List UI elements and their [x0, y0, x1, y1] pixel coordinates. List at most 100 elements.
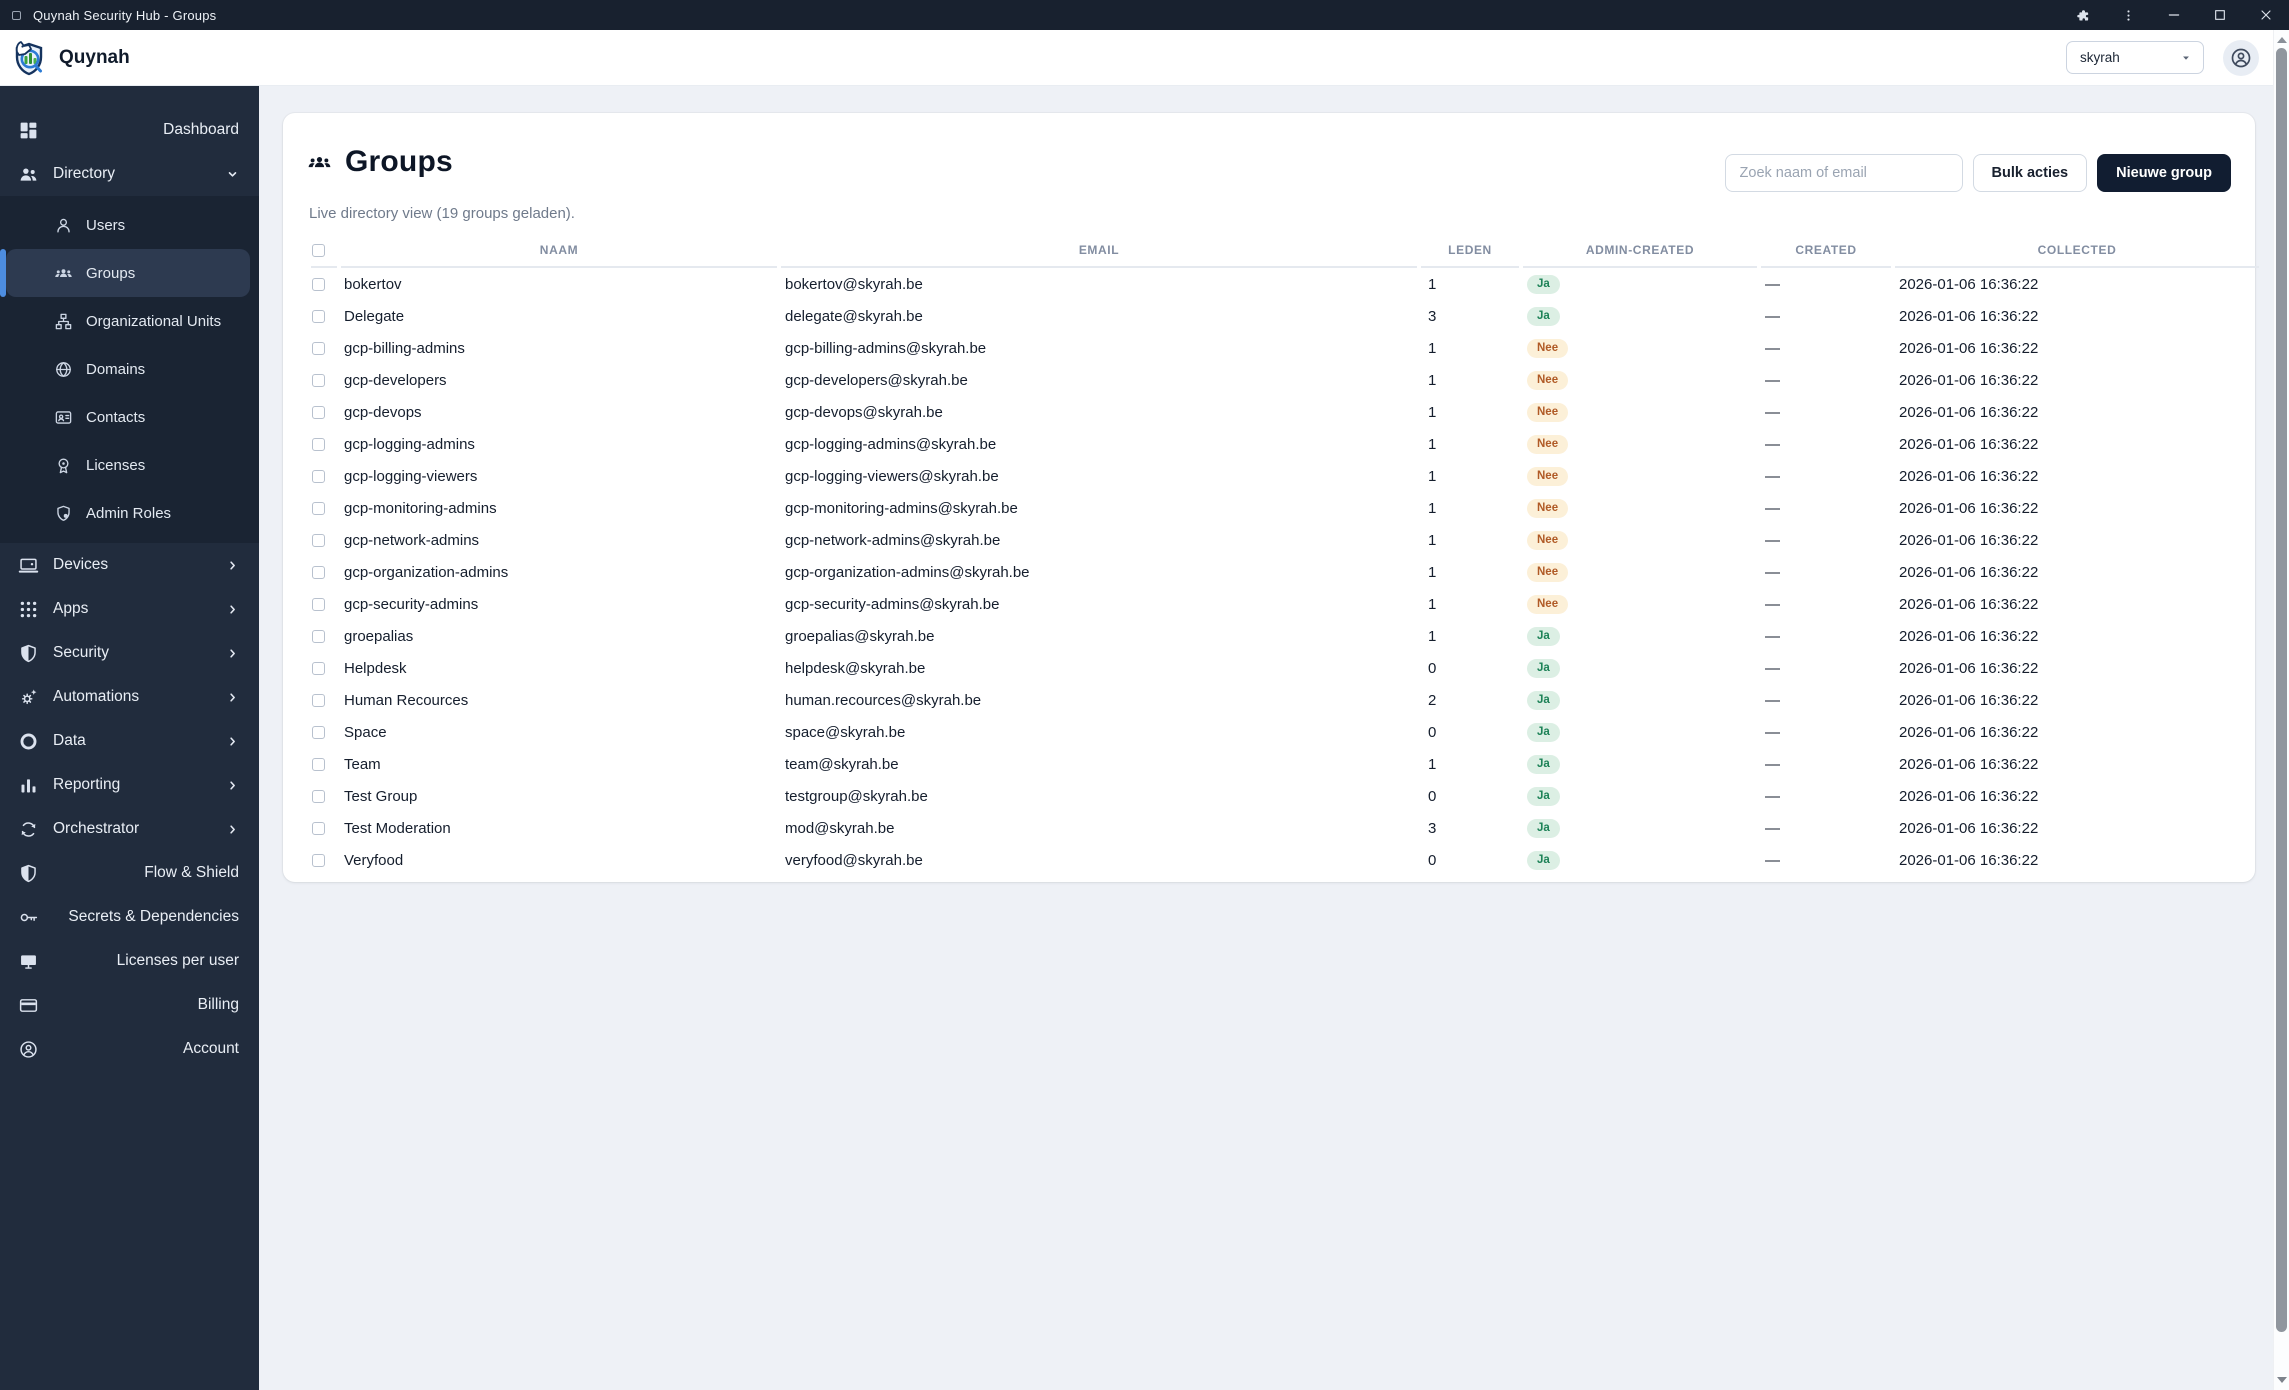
row-checkbox[interactable]	[312, 534, 325, 548]
row-checkbox[interactable]	[312, 470, 325, 484]
group-member-count: 1	[1428, 275, 1437, 293]
sidebar-item-devices[interactable]: Devices	[0, 543, 259, 587]
row-checkbox[interactable]	[312, 822, 325, 836]
table-row[interactable]: gcp-billing-admins gcp-billing-admins@sky…	[311, 332, 2259, 364]
scroll-down-arrow-icon[interactable]	[2274, 1372, 2289, 1388]
row-checkbox[interactable]	[312, 502, 325, 516]
table-row[interactable]: groepalias groepalias@skyrah.be 1 Ja — 2026-0…	[311, 620, 2259, 652]
close-button[interactable]	[2243, 0, 2289, 30]
group-name: gcp-network-admins	[344, 531, 480, 549]
sidebar-item-label: Licenses	[86, 456, 146, 474]
table-row[interactable]: Delegate delegate@skyrah.be 3 Ja — 2026-01-06…	[311, 300, 2259, 332]
tab-favicon	[12, 10, 21, 20]
row-checkbox[interactable]	[312, 790, 325, 804]
sidebar-item-orchestrator[interactable]: Orchestrator	[0, 807, 259, 851]
row-checkbox[interactable]	[312, 726, 325, 740]
row-checkbox[interactable]	[312, 662, 325, 676]
sidebar-item-dashboard[interactable]: Dashboard	[0, 108, 259, 152]
table-row[interactable]: gcp-logging-admins gcp-logging-admins@sky…	[311, 428, 2259, 460]
admin-created-cell: Ja	[1523, 300, 1757, 332]
sidebar-item-licenses-per-user[interactable]: Licenses per user	[0, 939, 259, 983]
group-created: —	[1765, 787, 1780, 805]
table-row[interactable]: Human Recources human.recources@skyrah.be…	[311, 684, 2259, 716]
org-selector[interactable]: skyrah	[2066, 41, 2204, 74]
sidebar-item-flow-shield[interactable]: Flow & Shield	[0, 851, 259, 895]
shield-icon	[17, 862, 39, 884]
table-row[interactable]: gcp-network-admins gcp-network-admins@sky…	[311, 524, 2259, 556]
select-all-checkbox[interactable]	[312, 244, 325, 258]
sidebar-item-secrets-dependencies[interactable]: Secrets & Dependencies	[0, 895, 259, 939]
groups-table: NAAM EMAIL LEDEN ADMIN-CREATED CREATED COLLEC…	[307, 234, 2263, 876]
maximize-button[interactable]	[2197, 0, 2243, 30]
table-row[interactable]: Space space@skyrah.be 0 Ja — 2026-01-06 16:36…	[311, 716, 2259, 748]
row-checkbox[interactable]	[312, 630, 325, 644]
scrollbar-thumb[interactable]	[2276, 48, 2287, 1332]
sidebar-item-directory[interactable]: Directory	[0, 152, 259, 196]
group-email: gcp-organization-admins@skyrah.be	[785, 563, 1030, 581]
table-row[interactable]: Team team@skyrah.be 1 Ja — 2026-01-06 16:36:2…	[311, 748, 2259, 780]
row-checkbox[interactable]	[312, 278, 325, 292]
sidebar-item-contacts[interactable]: Contacts	[0, 393, 259, 441]
search-input[interactable]	[1724, 154, 1963, 192]
sidebar-item-admin-roles[interactable]: Admin Roles	[0, 489, 259, 537]
sidebar-item-data[interactable]: Data	[0, 719, 259, 763]
sidebar-item-apps[interactable]: Apps	[0, 587, 259, 631]
group-created: —	[1765, 275, 1780, 293]
admin-created-cell: Ja	[1523, 652, 1757, 684]
row-checkbox[interactable]	[312, 758, 325, 772]
sidebar-item-users[interactable]: Users	[0, 201, 259, 249]
row-checkbox[interactable]	[312, 854, 325, 868]
table-row[interactable]: gcp-monitoring-admins gcp-monitoring-admi…	[311, 492, 2259, 524]
group-member-count: 1	[1428, 435, 1437, 453]
sidebar-item-domains[interactable]: Domains	[0, 345, 259, 393]
admin-created-badge: Ja	[1527, 658, 1560, 679]
sidebar-item-licenses[interactable]: Licenses	[0, 441, 259, 489]
row-checkbox[interactable]	[312, 406, 325, 420]
chevron-right-icon	[226, 647, 239, 660]
row-checkbox[interactable]	[312, 598, 325, 612]
sidebar-item-label: Secrets & Dependencies	[68, 908, 239, 925]
row-checkbox[interactable]	[312, 694, 325, 708]
chevron-right-icon	[226, 691, 239, 704]
table-row[interactable]: gcp-logging-viewers gcp-logging-viewers@s…	[311, 460, 2259, 492]
row-checkbox[interactable]	[312, 342, 325, 356]
table-row[interactable]: Test Moderation mod@skyrah.be 3 Ja — 2026-01-…	[311, 812, 2259, 844]
group-member-count: 3	[1428, 819, 1437, 837]
row-checkbox[interactable]	[312, 566, 325, 580]
table-row[interactable]: gcp-developers gcp-developers@skyrah.be 1 N…	[311, 364, 2259, 396]
extensions-icon[interactable]	[2059, 0, 2105, 30]
scroll-up-arrow-icon[interactable]	[2274, 32, 2289, 48]
table-row[interactable]: bokertov bokertov@skyrah.be 1 Ja — 2026-01-06…	[311, 268, 2259, 300]
sidebar-item-reporting[interactable]: Reporting	[0, 763, 259, 807]
sidebar-item-security[interactable]: Security	[0, 631, 259, 675]
group-member-count: 0	[1428, 723, 1437, 741]
minimize-button[interactable]	[2151, 0, 2197, 30]
new-group-button[interactable]: Nieuwe group	[2097, 154, 2231, 192]
admin-created-cell: Nee	[1523, 332, 1757, 364]
sidebar-item-automations[interactable]: Automations	[0, 675, 259, 719]
row-checkbox[interactable]	[312, 310, 325, 324]
table-row[interactable]: Veryfood veryfood@skyrah.be 0 Ja — 2026-01-06…	[311, 844, 2259, 876]
group-created: —	[1765, 563, 1780, 581]
admin-created-badge: Nee	[1527, 338, 1569, 359]
sidebar-item-groups[interactable]: Groups	[0, 249, 250, 297]
table-row[interactable]: gcp-organization-admins gcp-organization-…	[311, 556, 2259, 588]
table-row[interactable]: gcp-security-admins gcp-security-admins@s…	[311, 588, 2259, 620]
row-checkbox[interactable]	[312, 374, 325, 388]
table-row[interactable]: Test Group testgroup@skyrah.be 0 Ja — 2026-01…	[311, 780, 2259, 812]
group-email: gcp-logging-admins@skyrah.be	[785, 435, 997, 453]
account-menu-button[interactable]	[2223, 39, 2259, 76]
table-row[interactable]: Helpdesk helpdesk@skyrah.be 0 Ja — 2026-01-06…	[311, 652, 2259, 684]
account-circle-icon	[17, 1038, 39, 1060]
browser-menu-kebab-icon[interactable]	[2105, 0, 2151, 30]
page-scrollbar[interactable]	[2273, 30, 2289, 1390]
group-created: —	[1765, 819, 1780, 837]
row-checkbox[interactable]	[312, 438, 325, 452]
sidebar-item-organizational-units[interactable]: Organizational Units	[0, 297, 259, 345]
sidebar-item-account[interactable]: Account	[0, 1027, 259, 1071]
sidebar-item-billing[interactable]: Billing	[0, 983, 259, 1027]
table-row[interactable]: gcp-devops gcp-devops@skyrah.be 1 Nee — 2026-…	[311, 396, 2259, 428]
group-member-count: 1	[1428, 403, 1437, 421]
bulk-actions-button[interactable]: Bulk acties	[1972, 154, 2088, 192]
group-name: Test Group	[344, 787, 418, 805]
